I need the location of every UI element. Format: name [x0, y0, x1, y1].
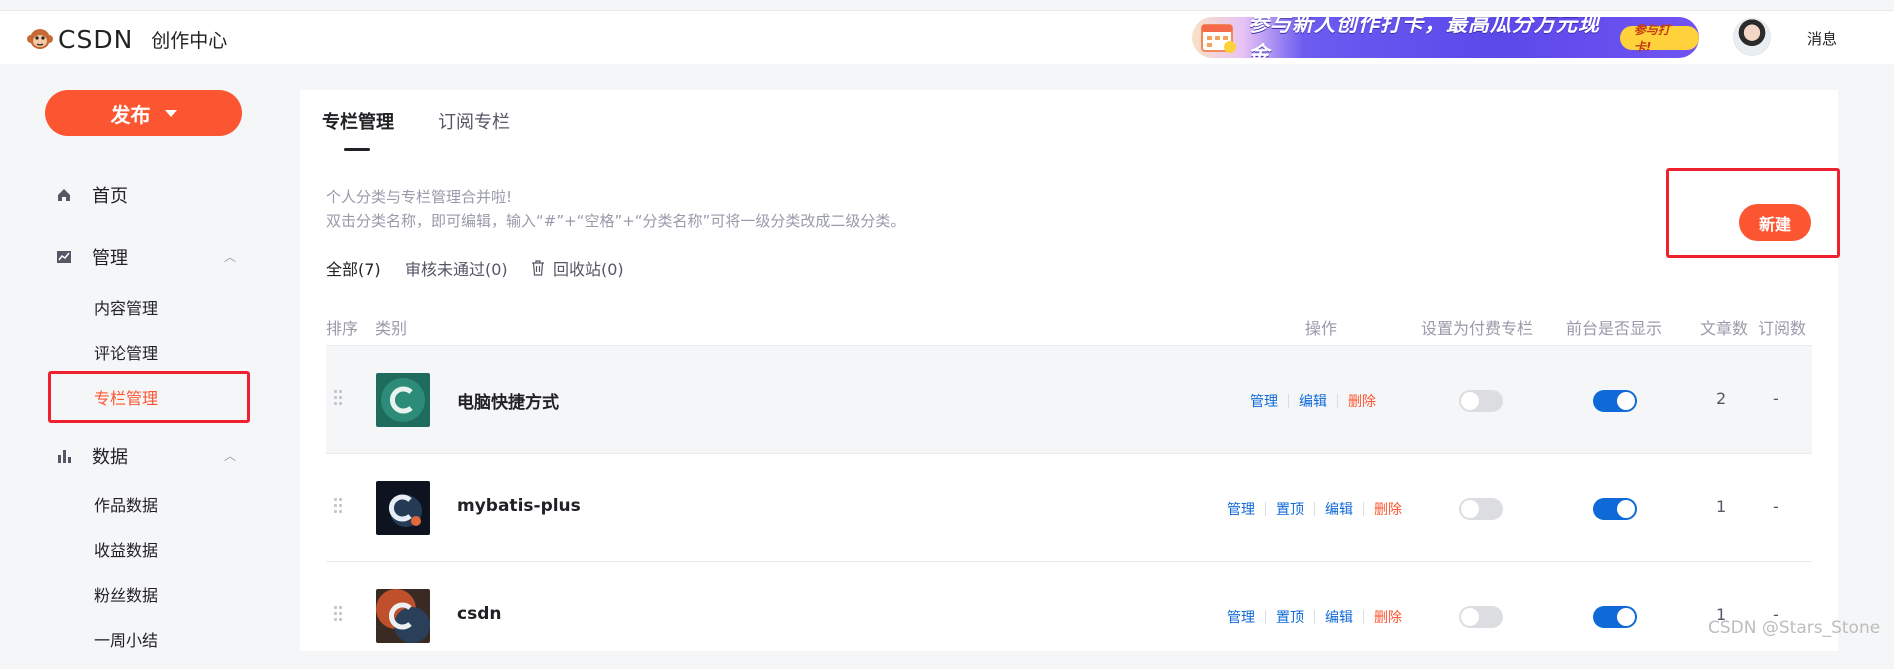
tip-line-2: 双击分类名称，即可编辑，输入“#”+“空格”+“分类名称”可将一级分类改成二级分… [326, 212, 906, 230]
row-actions: 管理 置顶 编辑 删除 [1227, 499, 1402, 519]
article-count: 2 [1716, 389, 1727, 408]
monkey-logo-icon [26, 25, 54, 53]
col-order: 排序 [326, 319, 359, 338]
column-thumbnail [376, 373, 430, 427]
active-tab-indicator [344, 148, 370, 151]
tip-line-1: 个人分类与专栏管理合并啦! [326, 188, 513, 206]
col-articles: 文章数 [1700, 319, 1749, 338]
pin-top-link[interactable]: 置顶 [1276, 499, 1304, 519]
avatar[interactable] [1733, 18, 1771, 56]
col-category: 类别 [375, 319, 408, 338]
sidebar-item-weekly-summary[interactable]: 一周小结 [94, 627, 158, 651]
column-thumbnail [376, 589, 430, 643]
manage-link[interactable]: 管理 [1227, 499, 1255, 519]
row-actions: 管理 置顶 编辑 删除 [1227, 607, 1402, 627]
paid-toggle[interactable] [1459, 390, 1503, 412]
pin-top-link[interactable]: 置顶 [1276, 607, 1304, 627]
sidebar-item-works-data[interactable]: 作品数据 [94, 492, 158, 516]
sidebar-group-manage[interactable]: 管理 [56, 244, 128, 270]
bar-chart-icon [56, 448, 72, 464]
calendar-icon [1192, 17, 1244, 58]
paid-toggle[interactable] [1459, 606, 1503, 628]
home-icon [56, 187, 72, 203]
highlight-box-sidebar [48, 371, 250, 423]
subscriber-count: - [1773, 497, 1779, 516]
publish-button[interactable]: 发布 [45, 90, 242, 136]
article-count: 1 [1716, 497, 1727, 516]
subscriber-count: - [1773, 389, 1779, 408]
watermark: CSDN @Stars_Stone [1708, 618, 1881, 638]
sidebar-item-fans-data[interactable]: 粉丝数据 [94, 582, 158, 606]
filter-recycle-label: 回收站(0) [553, 260, 624, 279]
edit-link[interactable]: 编辑 [1325, 607, 1353, 627]
row-actions: 管理 编辑 删除 [1250, 391, 1376, 411]
sidebar-group-data[interactable]: 数据 [56, 443, 128, 469]
table-row[interactable]: csdn 管理 置顶 编辑 删除 1 - [326, 561, 1812, 669]
tab-subscribed-columns[interactable]: 订阅专栏 [438, 108, 510, 134]
promo-banner[interactable]: 参与新人创作打卡，最高瓜分万元现金 参与打卡! [1192, 17, 1699, 58]
chevron-up-icon[interactable]: ︿ [224, 447, 236, 464]
visible-toggle[interactable] [1593, 390, 1637, 412]
chevron-up-icon[interactable]: ︿ [224, 248, 236, 265]
column-name[interactable]: 电脑快捷方式 [457, 388, 559, 413]
sidebar-item-content[interactable]: 内容管理 [94, 295, 158, 319]
col-subscribers: 订阅数 [1758, 319, 1807, 338]
sidebar-item-comments[interactable]: 评论管理 [94, 340, 158, 364]
messages-link[interactable]: 消息 [1807, 28, 1837, 49]
drag-handle-icon[interactable] [334, 498, 344, 518]
visible-toggle[interactable] [1593, 606, 1637, 628]
drag-handle-icon[interactable] [334, 390, 344, 410]
sidebar-group-label: 数据 [92, 447, 128, 468]
filter-recycle-bin[interactable]: 回收站(0) [531, 256, 624, 280]
visible-toggle[interactable] [1593, 498, 1637, 520]
col-visible: 前台是否显示 [1566, 319, 1663, 338]
banner-join-button[interactable]: 参与打卡! [1619, 23, 1699, 54]
edit-link[interactable]: 编辑 [1325, 499, 1353, 519]
table-row[interactable]: 电脑快捷方式 管理 编辑 删除 2 - [326, 345, 1812, 453]
sidebar-item-income-data[interactable]: 收益数据 [94, 537, 158, 561]
top-bar: CSDN 创作中心 参与新人创作打卡，最高瓜分万元现金 参与打卡! 消息 [0, 10, 1894, 64]
column-name[interactable]: csdn [457, 604, 501, 624]
main-panel: 专栏管理 订阅专栏 个人分类与专栏管理合并啦! 双击分类名称，即可编辑，输入“#… [300, 90, 1840, 651]
chart-line-icon [56, 249, 72, 265]
logo[interactable]: CSDN 创作中心 [26, 24, 227, 54]
delete-link[interactable]: 删除 [1348, 391, 1376, 411]
drag-handle-icon[interactable] [334, 606, 344, 626]
trash-icon [531, 260, 545, 276]
sidebar-item-label: 首页 [92, 186, 128, 207]
paid-toggle[interactable] [1459, 498, 1503, 520]
column-name[interactable]: mybatis-plus [457, 496, 581, 516]
manage-link[interactable]: 管理 [1227, 607, 1255, 627]
caret-down-icon [164, 109, 177, 117]
logo-text: CSDN [58, 24, 134, 54]
publish-label: 发布 [110, 102, 151, 127]
col-paid: 设置为付费专栏 [1421, 319, 1534, 338]
table-row[interactable]: mybatis-plus 管理 置顶 编辑 删除 1 - [326, 453, 1812, 561]
filter-all[interactable]: 全部(7) [326, 256, 381, 280]
delete-link[interactable]: 删除 [1374, 499, 1402, 519]
sidebar-item-home[interactable]: 首页 [56, 182, 128, 208]
edit-link[interactable]: 编辑 [1299, 391, 1327, 411]
tab-column-management[interactable]: 专栏管理 [322, 108, 394, 134]
app-title: 创作中心 [151, 29, 228, 52]
column-thumbnail [376, 481, 430, 535]
highlight-box-new [1666, 168, 1840, 258]
col-actions: 操作 [1305, 319, 1338, 338]
delete-link[interactable]: 删除 [1374, 607, 1402, 627]
sidebar-group-label: 管理 [92, 248, 128, 269]
manage-link[interactable]: 管理 [1250, 391, 1278, 411]
filter-rejected[interactable]: 审核未通过(0) [405, 256, 508, 280]
banner-text: 参与新人创作打卡，最高瓜分万元现金 [1248, 17, 1600, 58]
